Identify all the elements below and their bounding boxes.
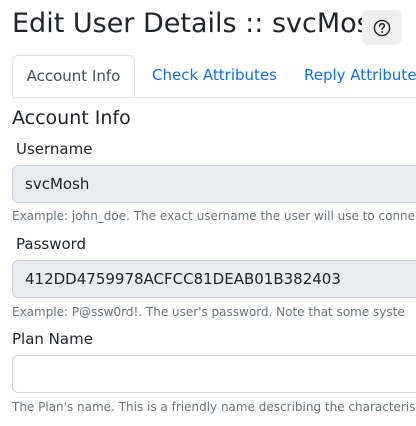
password-field[interactable]: 412DD4759978ACFCC81DEAB01B382403 <box>12 260 416 298</box>
username-help-text: Example: john_doe. The exact username th… <box>12 209 416 223</box>
plan-name-label: Plan Name <box>12 330 93 348</box>
password-help-text: Example: P@ssw0rd!. The user's password.… <box>12 305 405 319</box>
plan-name-field[interactable] <box>12 355 416 393</box>
plan-name-help-text: The Plan's name. This is a friendly name… <box>12 400 416 414</box>
tab-bar: Account Info Check Attributes Reply Attr… <box>12 55 416 98</box>
tab-check-attributes[interactable]: Check Attributes <box>152 55 277 96</box>
username-field[interactable]: svcMosh <box>12 165 416 203</box>
tab-reply-attributes[interactable]: Reply Attributes <box>304 55 416 96</box>
help-button[interactable] <box>362 10 402 45</box>
username-label: Username <box>16 140 93 158</box>
page-title: Edit User Details :: svcMosh <box>12 8 388 39</box>
tab-account-info[interactable]: Account Info <box>12 55 135 97</box>
password-label: Password <box>16 235 87 253</box>
section-title: Account Info <box>12 107 131 129</box>
question-circle-icon <box>373 19 391 37</box>
